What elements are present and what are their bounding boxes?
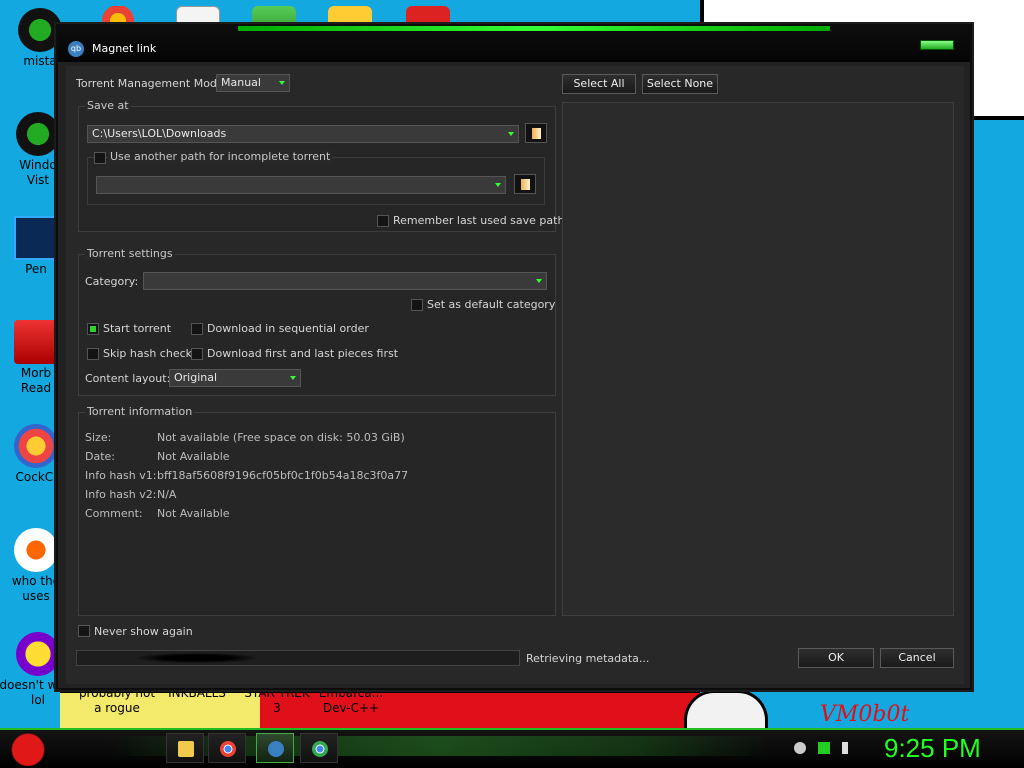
progress-indicator (137, 653, 257, 663)
info-hash-v2-value: N/A (157, 488, 177, 501)
set-default-category-checkbox[interactable] (411, 299, 423, 311)
chevron-down-icon (279, 81, 285, 85)
start-button-icon[interactable] (8, 730, 48, 766)
torrent-info-group: Torrent information Size: Not available … (78, 405, 556, 616)
comment-value: Not Available (157, 507, 230, 520)
use-another-path-checkbox[interactable] (94, 152, 106, 164)
first-last-pieces-checkbox[interactable] (191, 348, 203, 360)
flash-icon (14, 528, 58, 572)
start-torrent-label: Start torrent (103, 322, 172, 335)
browse-save-path-button[interactable] (525, 123, 547, 143)
info-hash-v1-label: Info hash v1: (85, 469, 157, 482)
cancel-button[interactable]: Cancel (880, 648, 954, 668)
desktop-icon-dev-cpp[interactable]: Embarca... Dev-C++ (306, 686, 396, 716)
titlebar-accent (238, 26, 830, 31)
content-layout-value: Original (174, 371, 218, 384)
size-label: Size: (85, 431, 112, 444)
date-value: Not Available (157, 450, 230, 463)
date-label: Date: (85, 450, 115, 463)
torrent-settings-group: Torrent settings Category: Set as defaul… (78, 247, 556, 396)
network-icon[interactable] (818, 742, 830, 754)
photoshop-icon (14, 216, 58, 260)
volume-icon[interactable] (842, 742, 854, 754)
taskbar-item-chrome-alt[interactable] (300, 733, 338, 763)
remember-save-path-checkbox[interactable] (377, 215, 389, 227)
category-combo[interactable] (143, 272, 547, 290)
torrent-settings-title: Torrent settings (85, 247, 175, 260)
start-torrent-checkbox[interactable] (87, 323, 99, 335)
desktop-app-icon (16, 112, 60, 156)
chrome-icon (312, 741, 328, 757)
desktop-icon-label: probably not a rogue (78, 686, 156, 715)
management-mode-value: Manual (221, 76, 261, 89)
taskbar-clock[interactable]: 9:25 PM (884, 733, 981, 764)
info-hash-v2-label: Info hash v2: (85, 488, 157, 501)
torrent-info-title: Torrent information (85, 405, 195, 418)
sequential-label: Download in sequential order (207, 322, 369, 335)
skip-hash-checkbox[interactable] (87, 348, 99, 360)
pdf-reader-icon (14, 320, 58, 364)
chevron-down-icon (290, 376, 296, 380)
tray-expand-icon[interactable] (794, 742, 806, 754)
desktop-icon-label: Embarca... Dev-C++ (318, 686, 384, 715)
select-all-button[interactable]: Select All (562, 74, 636, 94)
save-path-combo[interactable]: C:\Users\LOL\Downloads (87, 125, 519, 143)
chevron-down-icon (536, 279, 542, 283)
never-show-again-label: Never show again (94, 625, 193, 638)
save-at-title: Save at (85, 99, 131, 112)
save-at-group: Save at C:\Users\LOL\Downloads Use anoth… (78, 99, 564, 232)
qbittorrent-icon: qb (68, 41, 84, 57)
content-layout-combo[interactable]: Original (169, 369, 301, 387)
qbittorrent-icon (268, 741, 284, 757)
comment-label: Comment: (85, 507, 143, 520)
ccleaner-icon (14, 424, 58, 468)
select-none-button[interactable]: Select None (642, 74, 718, 94)
category-label: Category: (85, 275, 139, 288)
management-mode-combo[interactable]: Manual (216, 74, 290, 92)
metadata-progress-bar (76, 650, 520, 666)
size-value: Not available (Free space on disk: 50.03… (157, 431, 405, 444)
first-last-pieces-label: Download first and last pieces first (207, 347, 399, 360)
never-show-again-checkbox[interactable] (78, 625, 90, 637)
use-another-path-label: Use another path for incomplete torrent (108, 150, 333, 163)
skip-hash-label: Skip hash check (103, 347, 193, 360)
ok-button[interactable]: OK (798, 648, 874, 668)
sequential-checkbox[interactable] (191, 323, 203, 335)
content-layout-label: Content layout: (85, 372, 171, 385)
incomplete-path-combo[interactable] (96, 176, 506, 194)
management-mode-label: Torrent Management Mode: (76, 77, 228, 90)
wallpaper-white (684, 690, 768, 730)
taskbar-item-qbittorrent[interactable] (256, 733, 294, 763)
window-control-button[interactable] (920, 40, 954, 50)
file-tree-view[interactable] (562, 102, 954, 616)
remember-save-path-label: Remember last used save path (393, 214, 565, 227)
taskbar-item-explorer[interactable] (166, 733, 204, 763)
dialog-title: Magnet link (92, 42, 157, 55)
wallpaper-watermark: VM0b0t (820, 702, 910, 727)
magnet-link-dialog: qb Magnet link Torrent Management Mode: … (56, 24, 972, 690)
chevron-down-icon (495, 183, 501, 187)
folder-icon (178, 741, 194, 757)
chrome-icon (220, 741, 236, 757)
desktop-icon-rogue[interactable]: probably not a rogue (72, 686, 162, 716)
taskbar-item-chrome[interactable] (208, 733, 246, 763)
info-hash-v1-value: bff18af5608f9196cf05bf0c1f0b54a18c3f0a77 (157, 469, 409, 482)
dialog-body: Torrent Management Mode: Manual Save at … (66, 66, 964, 684)
yahoo-icon (16, 632, 60, 676)
chevron-down-icon (508, 132, 514, 136)
status-text: Retrieving metadata... (526, 652, 650, 665)
dialog-titlebar[interactable]: qb Magnet link (58, 26, 970, 62)
save-path-value: C:\Users\LOL\Downloads (92, 127, 227, 140)
incomplete-path-group: Use another path for incomplete torrent (87, 150, 545, 205)
set-default-category-label: Set as default category (427, 298, 556, 311)
browse-incomplete-path-button[interactable] (514, 174, 536, 194)
